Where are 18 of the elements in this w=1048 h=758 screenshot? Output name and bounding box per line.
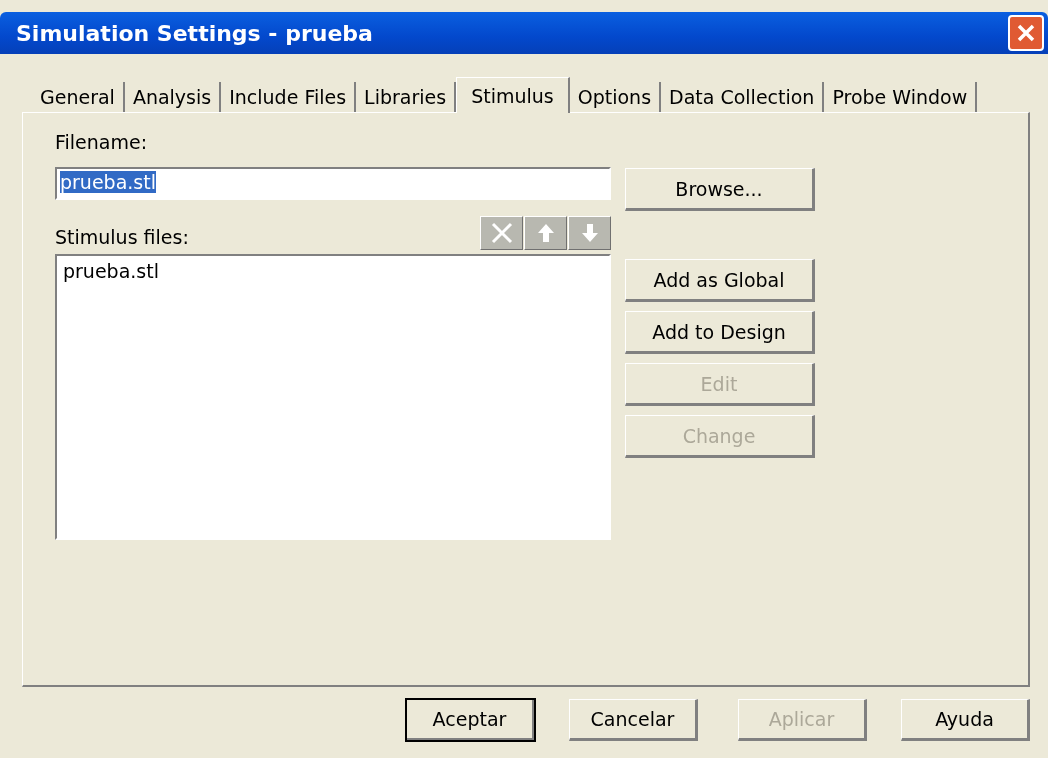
dialog-button[interactable]: Aceptar (406, 699, 535, 741)
close-button[interactable] (1008, 15, 1044, 51)
action-button[interactable]: Add as Global (625, 259, 815, 302)
stimulus-files-list[interactable]: prueba.stl (55, 254, 611, 540)
window-title: Simulation Settings - prueba (16, 20, 373, 46)
tab[interactable]: Stimulus (456, 77, 570, 113)
arrow-down-icon (579, 222, 600, 244)
filename-label: Filename: (55, 131, 149, 155)
arrow-up-icon (535, 222, 556, 244)
action-button[interactable]: Add to Design (625, 311, 815, 354)
stimulus-files-label: Stimulus files: (55, 226, 189, 250)
filename-field[interactable]: prueba.stl (55, 167, 611, 200)
dialog-button[interactable]: Ayuda (901, 699, 1030, 741)
close-icon (1015, 22, 1037, 44)
dialog-button[interactable]: Cancelar (569, 699, 698, 741)
list-item[interactable]: prueba.stl (63, 260, 159, 282)
cross-icon (489, 222, 514, 244)
browse-button[interactable]: Browse... (625, 168, 815, 211)
